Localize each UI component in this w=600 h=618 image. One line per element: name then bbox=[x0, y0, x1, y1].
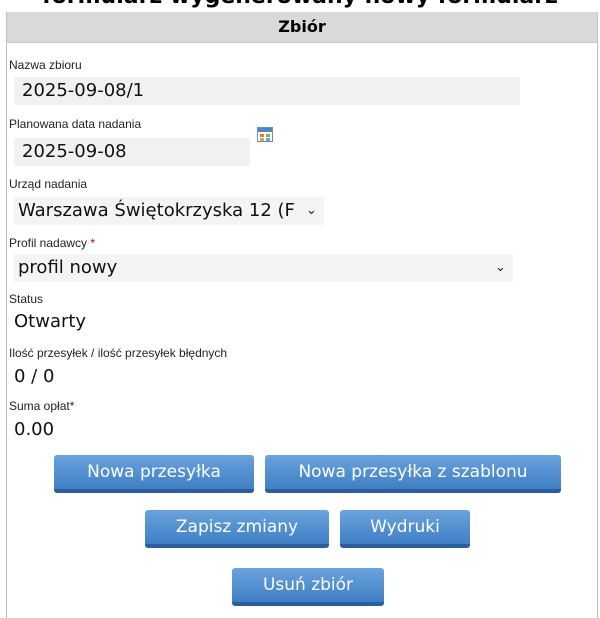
top-cut-heading: formularz wygenerowany nowy formularz bbox=[0, 0, 600, 8]
post-office-select[interactable]: Warszawa Świętokrzyska 12 (F ⌄ bbox=[14, 197, 324, 225]
delete-collection-button[interactable]: Usuń zbiór bbox=[232, 568, 384, 606]
planned-date-field[interactable]: 2025-09-08 bbox=[14, 138, 250, 166]
required-marker: * bbox=[90, 236, 96, 250]
post-office-label: Urząd nadania bbox=[9, 177, 88, 191]
fees-sum-label: Suma opłat* bbox=[9, 399, 75, 413]
shipments-count-value: 0 / 0 bbox=[14, 366, 55, 387]
printouts-button[interactable]: Wydruki bbox=[340, 510, 470, 548]
chevron-down-icon: ⌄ bbox=[495, 260, 506, 275]
status-value: Otwarty bbox=[14, 311, 87, 332]
new-shipment-from-template-button[interactable]: Nowa przesyłka z szablonu bbox=[265, 455, 561, 493]
status-label: Status bbox=[9, 292, 44, 306]
save-changes-button[interactable]: Zapisz zmiany bbox=[145, 510, 329, 548]
shipments-count-label: Ilość przesyłek / ilość przesyłek błędny… bbox=[9, 346, 228, 360]
collection-name-label: Nazwa zbioru bbox=[9, 58, 82, 72]
sender-profile-select[interactable]: profil nowy ⌄ bbox=[14, 254, 513, 282]
calendar-icon[interactable] bbox=[257, 127, 273, 142]
panel-title: Zbiór bbox=[7, 12, 597, 43]
post-office-value: Warszawa Świętokrzyska 12 (F bbox=[18, 200, 295, 221]
new-shipment-button[interactable]: Nowa przesyłka bbox=[54, 455, 254, 493]
sender-profile-label: Profil nadawcy * bbox=[9, 236, 96, 250]
collection-name-field[interactable]: 2025-09-08/1 bbox=[14, 77, 520, 105]
fees-sum-value: 0.00 bbox=[14, 419, 55, 440]
sender-profile-value: profil nowy bbox=[18, 257, 118, 278]
planned-date-label: Planowana data nadania bbox=[9, 117, 142, 131]
chevron-down-icon: ⌄ bbox=[306, 203, 317, 218]
